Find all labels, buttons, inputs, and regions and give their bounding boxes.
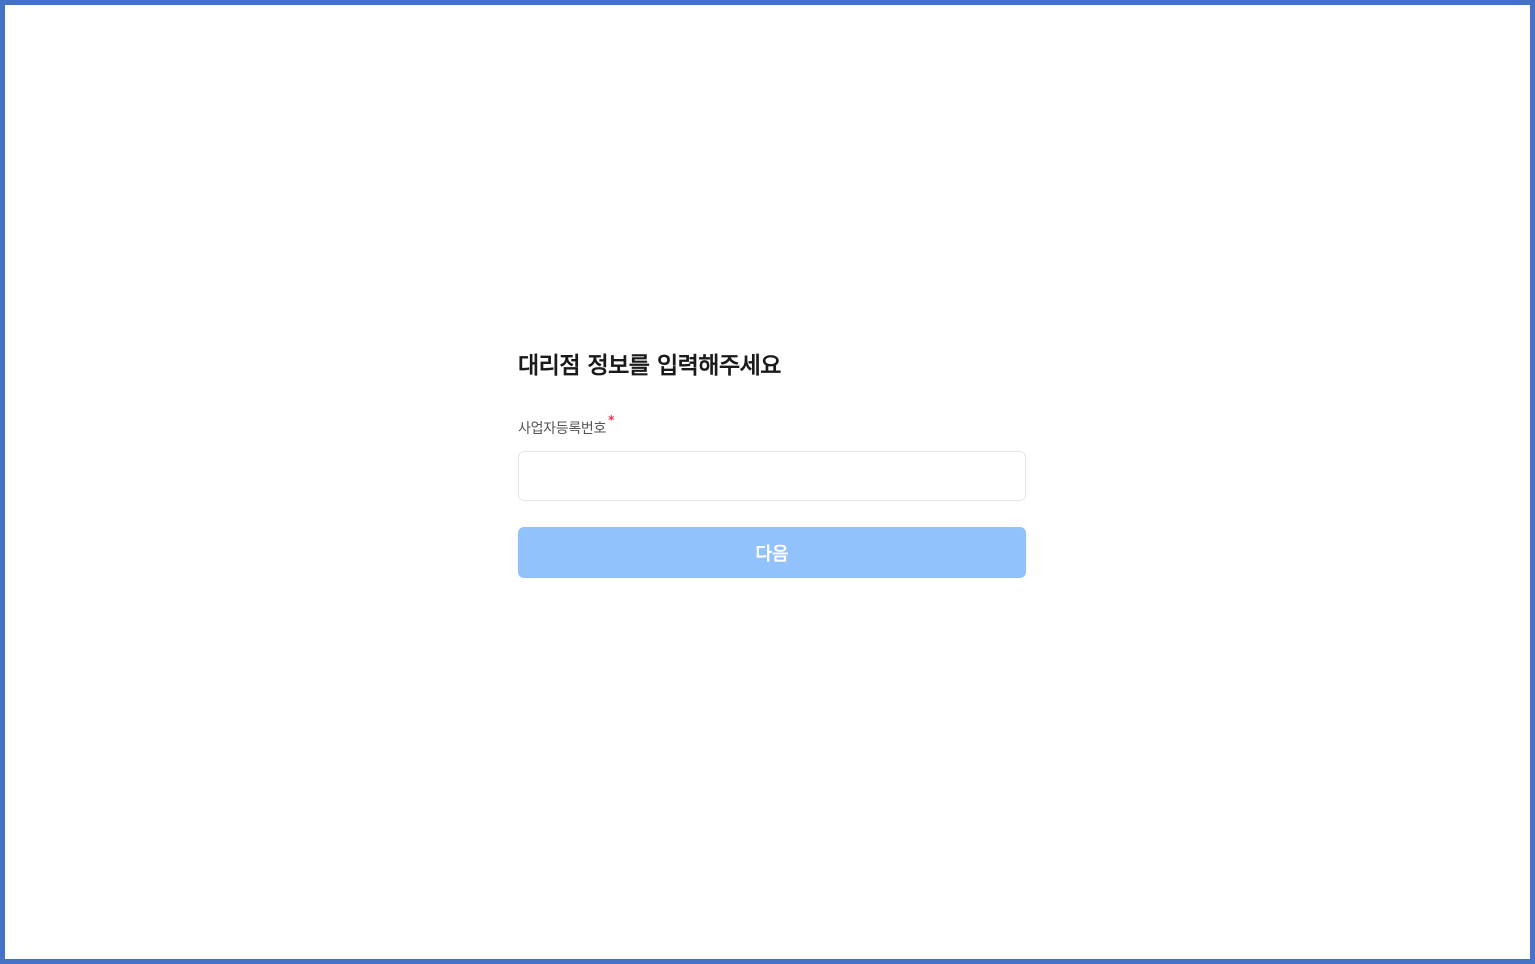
required-mark: * <box>608 413 615 427</box>
next-button[interactable]: 다음 <box>518 527 1026 578</box>
window-frame: 대리점 정보를 입력해주세요 사업자등록번호 * 다음 <box>0 0 1535 964</box>
business-number-input[interactable] <box>518 451 1026 501</box>
dealer-info-form: 대리점 정보를 입력해주세요 사업자등록번호 * 다음 <box>518 349 1026 578</box>
business-number-label: 사업자등록번호 <box>518 421 607 437</box>
business-number-label-row: 사업자등록번호 * <box>518 414 1026 439</box>
page-title: 대리점 정보를 입력해주세요 <box>518 353 781 379</box>
